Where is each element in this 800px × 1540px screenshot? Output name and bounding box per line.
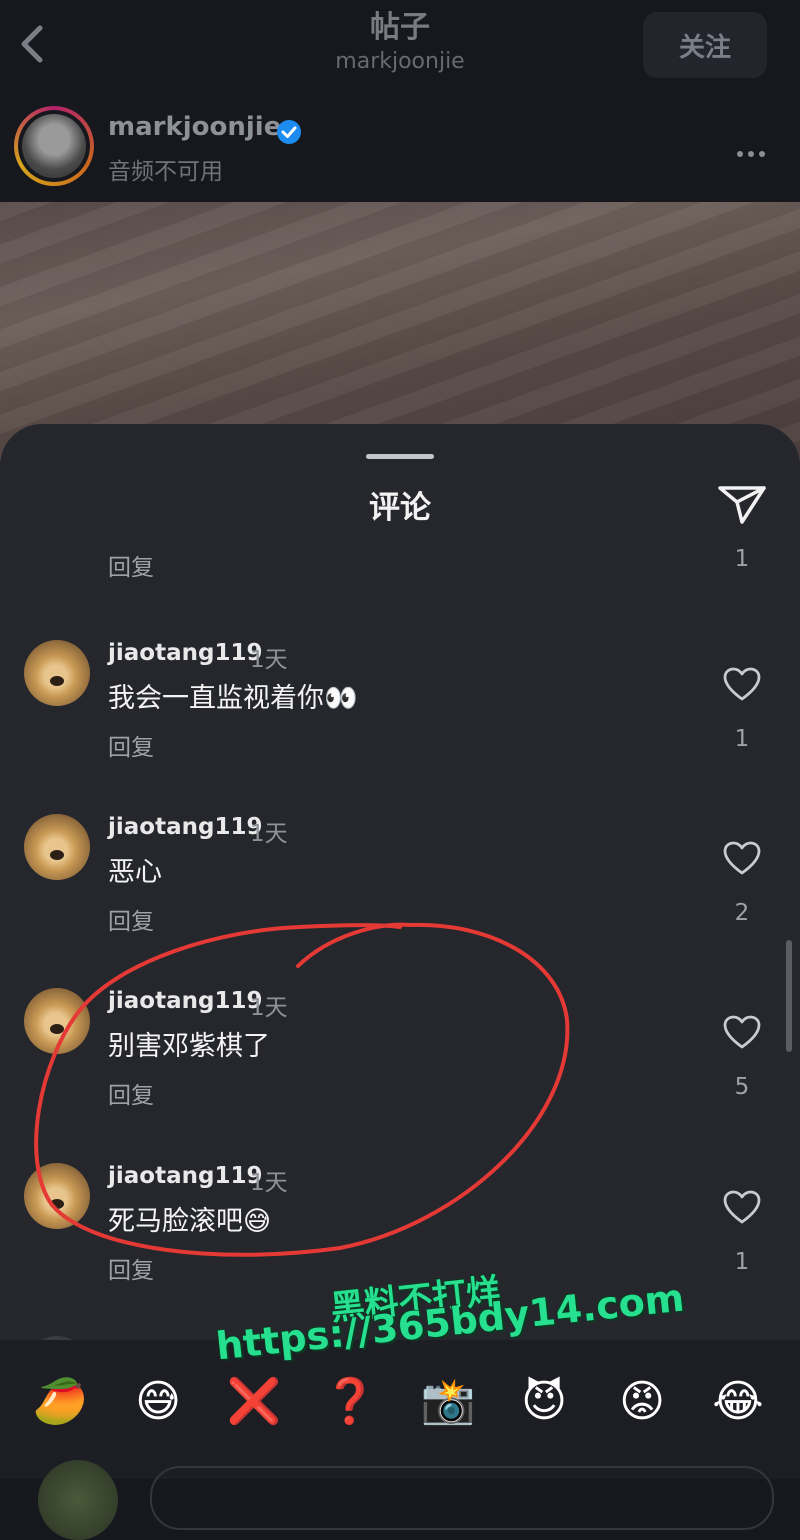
commenter-avatar[interactable] (24, 988, 90, 1054)
share-send-icon[interactable] (716, 482, 768, 526)
comment-item: jiaotang119 1天 死马脸滚吧😅 回复 1 (0, 1159, 800, 1319)
like-count: 5 (734, 1074, 750, 1100)
like-heart-icon[interactable] (722, 1014, 762, 1050)
author-avatar[interactable] (14, 106, 94, 186)
reply-button[interactable]: 回复 (108, 548, 154, 582)
comment-text: 恶心 (108, 857, 162, 888)
question-mark-emoji-icon[interactable]: ❓ (320, 1372, 380, 1432)
camera-flash-emoji-icon[interactable]: 📸 (418, 1372, 478, 1432)
comment-time: 1天 (250, 821, 288, 847)
commenter-username[interactable]: jiaotang119 (108, 1163, 262, 1189)
comments-title: 评论 (369, 490, 431, 526)
comment-item: jiaotang119 1天 我会一直监视着你👀 回复 1 (0, 636, 800, 796)
sheet-drag-handle[interactable] (366, 454, 434, 459)
like-count: 1 (734, 726, 750, 752)
smiling-devil-emoji-icon[interactable]: 😈 (514, 1372, 574, 1432)
like-heart-icon[interactable] (722, 1189, 762, 1225)
commenter-username[interactable]: jiaotang119 (108, 640, 262, 666)
follow-button[interactable]: 关注 (643, 12, 767, 78)
post-author-row: markjoonjie 音频不可用 (0, 92, 800, 202)
like-heart-icon[interactable] (722, 666, 762, 702)
commenter-avatar[interactable] (24, 814, 90, 880)
emoji-reaction-bar: 🥭 😅 ❌ ❓ 📸 😈 😡 😂 (0, 1340, 800, 1540)
comment-text: 别害邓紫棋了 (108, 1031, 270, 1062)
comments-sheet: 评论 回复 1 jiaotang119 1天 我会一直监视着你👀 回复 1 ji… (0, 424, 800, 1479)
commenter-username[interactable]: jiaotang119 (108, 988, 262, 1014)
like-heart-icon[interactable] (722, 840, 762, 876)
comment-item: jiaotang119 1天 恶心 回复 2 (0, 810, 800, 970)
comment-item: jiaotang119 1天 别害邓紫棋了 回复 5 (0, 984, 800, 1144)
commenter-avatar[interactable] (24, 1163, 90, 1229)
comment-text: 我会一直监视着你👀 (108, 683, 358, 714)
commenter-username[interactable]: jiaotang119 (108, 814, 262, 840)
sweat-smile-emoji-icon[interactable]: 😅 (128, 1372, 188, 1432)
like-count: 2 (734, 900, 750, 926)
audio-unavailable-label: 音频不可用 (108, 159, 223, 185)
comment-time: 1天 (250, 1170, 288, 1196)
like-count: 1 (734, 1249, 750, 1275)
verified-badge-icon (277, 120, 301, 144)
reply-button[interactable]: 回复 (108, 728, 154, 762)
current-user-avatar (38, 1460, 118, 1540)
more-options-icon[interactable] (737, 142, 773, 157)
reply-button[interactable]: 回复 (108, 1251, 154, 1285)
reply-button[interactable]: 回复 (108, 1076, 154, 1110)
commenter-avatar[interactable] (24, 640, 90, 706)
angry-face-emoji-icon[interactable]: 😡 (612, 1372, 672, 1432)
like-count: 1 (734, 546, 750, 572)
mango-emoji-icon[interactable]: 🥭 (30, 1372, 90, 1432)
comment-time: 1天 (250, 995, 288, 1021)
comment-text: 死马脸滚吧😅 (108, 1206, 272, 1237)
top-nav-bar: 帖子 markjoonjie 关注 (0, 0, 800, 92)
comment-time: 1天 (250, 647, 288, 673)
reply-button[interactable]: 回复 (108, 902, 154, 936)
tears-of-joy-emoji-icon[interactable]: 😂 (708, 1372, 768, 1432)
comment-input-field[interactable] (150, 1466, 774, 1530)
comments-scrollbar[interactable] (786, 940, 792, 1052)
cross-mark-emoji-icon[interactable]: ❌ (224, 1372, 284, 1432)
post-media (0, 202, 800, 462)
author-username[interactable]: markjoonjie (108, 112, 281, 142)
